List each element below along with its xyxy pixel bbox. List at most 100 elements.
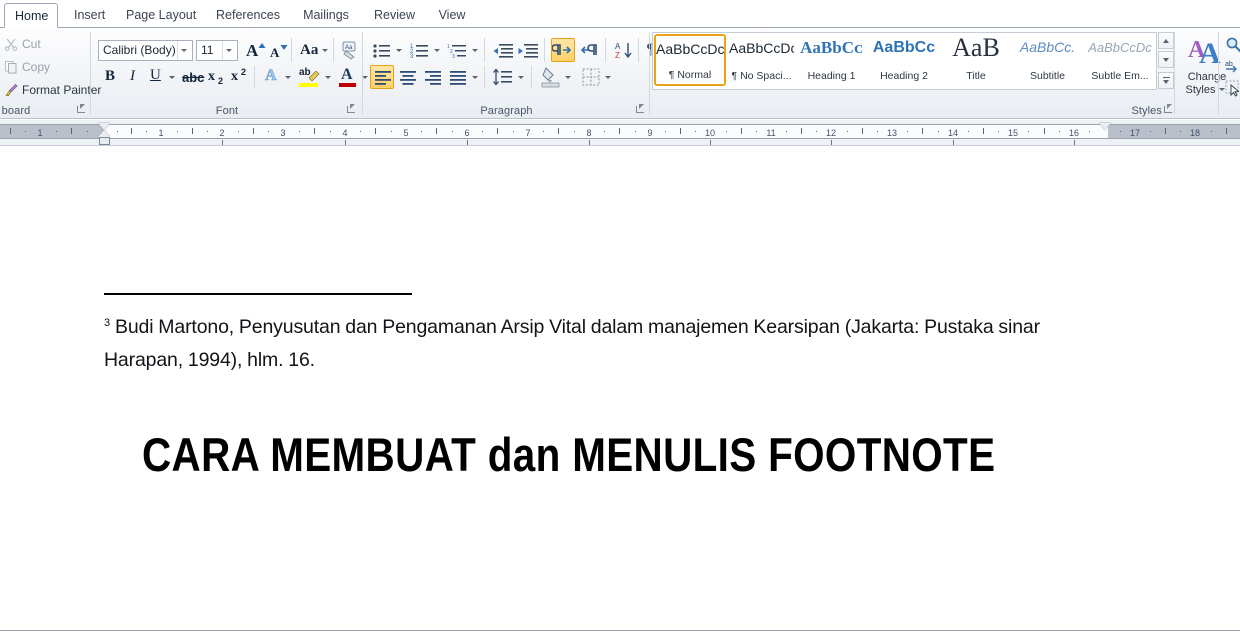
italic-button[interactable]: I	[121, 66, 143, 88]
left-indent-marker[interactable]	[99, 137, 110, 145]
format-painter-button[interactable]: Format Painter	[0, 80, 101, 100]
tab-home[interactable]: Home	[4, 3, 58, 28]
styles-dialog-launcher[interactable]	[1163, 104, 1174, 115]
select-button[interactable]	[1224, 78, 1240, 98]
underline-button[interactable]: U	[144, 66, 166, 88]
change-case-button[interactable]: Aa	[297, 39, 329, 61]
styles-scroll-up-button[interactable]	[1158, 32, 1174, 49]
line-spacing-dropdown-arrow[interactable]	[515, 65, 527, 89]
shrink-font-button[interactable]: A	[266, 39, 288, 61]
find-button[interactable]	[1224, 34, 1240, 54]
text-highlight-button[interactable]: ab	[296, 66, 320, 88]
numbering-dropdown-arrow[interactable]	[431, 39, 443, 61]
shading-button[interactable]	[538, 65, 562, 89]
group-editing: ab	[1176, 28, 1240, 118]
text-highlight-dropdown-arrow[interactable]	[321, 66, 334, 88]
font-size-combo[interactable]: 11	[196, 40, 238, 61]
paragraph-dialog-launcher[interactable]	[635, 104, 646, 115]
justify-button[interactable]	[445, 65, 469, 89]
tab-stop[interactable]	[1074, 140, 1075, 145]
tab-stop[interactable]	[589, 140, 590, 145]
align-left-button[interactable]	[370, 65, 394, 89]
footnote-marker: 3	[104, 317, 111, 329]
styles-scroll-down-button[interactable]	[1158, 51, 1174, 68]
tab-stop[interactable]	[831, 140, 832, 145]
ltr-text-direction-button[interactable]	[551, 38, 575, 62]
style-item-heading-1[interactable]: AaBbCᴄ Heading 1	[796, 34, 867, 86]
font-size-value: 11	[201, 43, 214, 57]
document-page[interactable]: 3 Budi Martono, Penyusutan dan Pengamana…	[0, 147, 1240, 631]
tab-references[interactable]: References	[206, 3, 290, 28]
justify-dropdown-arrow[interactable]	[469, 65, 481, 89]
ruler-tick: 18	[1189, 128, 1201, 138]
bold-button[interactable]: B	[98, 66, 120, 88]
tab-page-layout[interactable]: Page Layout	[116, 3, 205, 28]
right-indent-marker[interactable]	[1099, 123, 1111, 130]
svg-text:3: 3	[410, 54, 414, 60]
subscript-button[interactable]: x 2	[204, 66, 226, 88]
line-spacing-button[interactable]	[491, 65, 515, 89]
page-bottom-divider	[0, 630, 1240, 631]
underline-dropdown-arrow[interactable]	[165, 66, 178, 88]
increase-indent-button[interactable]	[516, 39, 540, 61]
sort-button[interactable]: A Z	[612, 39, 635, 61]
horizontal-ruler[interactable]: 1 1 2 3 4 5 6 7 8 9 10 11 12 13 14 15 16…	[0, 120, 1240, 146]
tab-stop[interactable]	[710, 140, 711, 145]
hanging-indent-marker[interactable]	[98, 130, 110, 137]
align-center-button[interactable]	[395, 65, 419, 89]
style-item-normal[interactable]: AaBbCcDc ¶ Normal	[654, 34, 726, 86]
numbering-button[interactable]: 1 2 3	[408, 39, 431, 61]
clipboard-dialog-launcher[interactable]	[76, 104, 87, 115]
text-effects-button[interactable]: A	[260, 66, 282, 88]
multilevel-list-button[interactable]: 1 2 3	[446, 39, 469, 61]
tab-view[interactable]: View	[428, 3, 476, 28]
tab-stop[interactable]	[467, 140, 468, 145]
rtl-text-direction-button[interactable]	[577, 38, 601, 62]
font-size-dropdown-arrow[interactable]	[222, 41, 237, 60]
text-effects-dropdown-arrow[interactable]	[281, 66, 294, 88]
grow-font-button[interactable]: A	[243, 39, 266, 61]
font-name-dropdown-arrow[interactable]	[177, 41, 192, 60]
tab-insert[interactable]: Insert	[64, 3, 114, 28]
tab-stop[interactable]	[222, 140, 223, 145]
tab-stop[interactable]	[345, 140, 346, 145]
ruler-tick: 17	[1129, 128, 1141, 138]
replace-button[interactable]: ab	[1224, 56, 1240, 76]
styles-more-button[interactable]	[1158, 72, 1174, 89]
group-clipboard: Cut Copy Format Painter board	[0, 28, 101, 118]
borders-dropdown-arrow[interactable]	[602, 65, 614, 89]
bullets-dropdown-arrow[interactable]	[393, 39, 405, 61]
font-dialog-launcher[interactable]	[346, 104, 357, 115]
multilevel-list-dropdown-arrow[interactable]	[469, 39, 481, 61]
font-color-button[interactable]: A	[336, 66, 358, 88]
ruler-tick: 10	[704, 128, 716, 138]
strikethrough-button[interactable]: abc	[179, 66, 204, 88]
document-title[interactable]: CARA MEMBUAT dan MENULIS FOOTNOTE	[142, 427, 995, 482]
borders-button[interactable]	[578, 65, 602, 89]
copy-button[interactable]: Copy	[0, 57, 50, 77]
tab-stop[interactable]	[953, 140, 954, 145]
align-right-button[interactable]	[420, 65, 444, 89]
style-name: Subtle Em...	[1091, 70, 1149, 82]
bullets-button[interactable]	[370, 39, 393, 61]
style-item-subtitle[interactable]: AaBbCc. Subtitle	[1012, 34, 1083, 86]
styles-gallery[interactable]: AaBbCcDc ¶ Normal AaBbCcDc ¶ No Spaci...…	[652, 32, 1157, 90]
superscript-button[interactable]: x 2	[227, 66, 249, 88]
cut-button[interactable]: Cut	[0, 34, 41, 54]
tab-mailings[interactable]: Mailings	[292, 3, 360, 28]
document-canvas[interactable]: 3 Budi Martono, Penyusutan dan Pengamana…	[0, 147, 1240, 637]
clear-formatting-button[interactable]: Aa	[339, 39, 361, 61]
word-window: Home Insert Page Layout References Maili…	[0, 0, 1240, 637]
style-item-heading-2[interactable]: AaBbCc Heading 2	[868, 34, 940, 86]
ruler-tick: 15	[1007, 128, 1019, 138]
style-item-no-spacing[interactable]: AaBbCcDc ¶ No Spaci...	[728, 34, 795, 86]
font-name-combo[interactable]: Calibri (Body)	[98, 40, 193, 61]
decrease-indent-button[interactable]	[491, 39, 515, 61]
first-line-indent-marker[interactable]	[98, 123, 110, 130]
style-item-subtle-emphasis[interactable]: AaBbCcDc Subtle Em...	[1084, 34, 1156, 86]
tab-review[interactable]: Review	[364, 3, 423, 28]
footnote-text[interactable]: 3 Budi Martono, Penyusutan dan Pengamana…	[104, 307, 1114, 377]
group-divider	[1174, 32, 1175, 114]
style-item-title[interactable]: AaB Title	[941, 34, 1011, 86]
shading-dropdown-arrow[interactable]	[562, 65, 574, 89]
